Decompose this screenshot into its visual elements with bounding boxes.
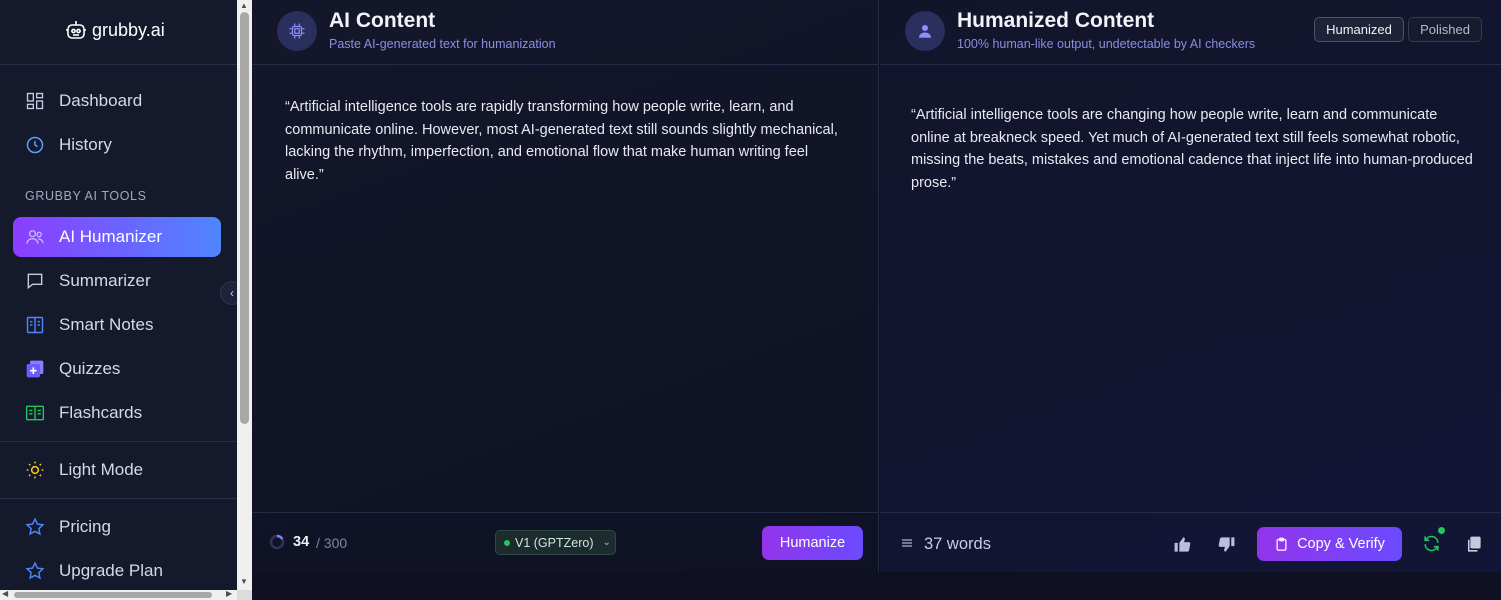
clipboard-icon bbox=[1276, 537, 1287, 551]
model-select[interactable]: V1 (GPTZero) ⌄ bbox=[495, 530, 616, 555]
logo[interactable]: grubby.ai bbox=[64, 16, 165, 44]
divider bbox=[0, 498, 237, 499]
scroll-down-icon[interactable]: ▼ bbox=[240, 577, 248, 586]
sidebar-item-label: Smart Notes bbox=[59, 315, 154, 334]
divider bbox=[0, 64, 237, 65]
status-dot bbox=[1438, 527, 1445, 534]
progress-ring-icon bbox=[269, 534, 285, 550]
user-icon bbox=[905, 11, 945, 51]
refresh-icon bbox=[1423, 535, 1439, 551]
chip-icon bbox=[277, 11, 317, 51]
status-dot bbox=[504, 539, 510, 546]
mode-polished-button[interactable]: Polished bbox=[1408, 17, 1482, 42]
humanize-button[interactable]: Humanize bbox=[762, 526, 863, 560]
copy-verify-label: Copy & Verify bbox=[1297, 536, 1385, 552]
sidebar-item-label: Flashcards bbox=[59, 403, 143, 422]
panel-subtitle: Paste AI-generated text for humanization bbox=[329, 37, 556, 51]
mode-humanized-button[interactable]: Humanized bbox=[1314, 17, 1404, 42]
logo-text: grubby.ai bbox=[92, 19, 165, 40]
scroll-right-icon[interactable]: ▶ bbox=[226, 589, 232, 598]
ai-content-textarea[interactable]: “Artificial intelligence tools are rapid… bbox=[285, 96, 845, 186]
panel-title: Humanized Content bbox=[957, 9, 1155, 32]
sidebar-item-history[interactable]: History bbox=[13, 125, 221, 165]
sidebar-item-smart-notes[interactable]: Smart Notes bbox=[13, 305, 221, 345]
sidebar-horizontal-scrollbar[interactable]: ◀ ▶ bbox=[0, 589, 237, 600]
ai-content-panel: AI Content Paste AI-generated text for h… bbox=[252, 0, 879, 572]
thumbs-up-icon bbox=[1174, 536, 1190, 552]
users-icon bbox=[26, 230, 44, 244]
copy-icon bbox=[1467, 536, 1481, 552]
sidebar-item-upgrade-plan[interactable]: Upgrade Plan bbox=[13, 551, 221, 591]
sidebar-item-label: Summarizer bbox=[59, 271, 151, 290]
sidebar-item-dashboard[interactable]: Dashboard bbox=[13, 81, 221, 121]
sidebar-item-label: Quizzes bbox=[59, 359, 121, 378]
sidebar-item-quizzes[interactable]: Quizzes bbox=[13, 349, 221, 389]
model-select-value: V1 (GPTZero) bbox=[515, 535, 594, 550]
sidebar-vertical-scrollbar[interactable]: ▲ ▼ bbox=[237, 0, 252, 590]
panel-header: Humanized Content 100% human-like output… bbox=[880, 0, 1501, 65]
scrollbar-thumb[interactable] bbox=[240, 12, 249, 424]
robot-logo-icon bbox=[66, 21, 86, 39]
sidebar: grubby.ai Dashboard History GRUBBY AI TO… bbox=[0, 0, 237, 600]
thumbs-down-icon bbox=[1218, 536, 1234, 552]
copy-verify-button[interactable]: Copy & Verify bbox=[1257, 527, 1402, 561]
thumbs-up-button[interactable] bbox=[1171, 533, 1193, 555]
panel-subtitle: 100% human-like output, undetectable by … bbox=[957, 37, 1256, 51]
light-mode-toggle[interactable]: Light Mode bbox=[13, 450, 221, 490]
panel-title: AI Content bbox=[329, 9, 436, 32]
dashboard-icon bbox=[26, 92, 44, 110]
chevron-left-icon: ‹ bbox=[230, 286, 234, 300]
divider bbox=[0, 441, 237, 442]
star-icon bbox=[25, 561, 45, 580]
scroll-left-icon[interactable]: ◀ bbox=[2, 589, 8, 598]
sidebar-item-label: Dashboard bbox=[59, 91, 143, 110]
clock-icon bbox=[26, 136, 44, 154]
flashcard-icon bbox=[25, 405, 45, 421]
chat-bubble-icon bbox=[27, 273, 43, 290]
sidebar-item-label: AI Humanizer bbox=[59, 227, 162, 246]
star-icon bbox=[25, 517, 45, 536]
sidebar-item-ai-humanizer[interactable]: AI Humanizer bbox=[13, 217, 221, 257]
sidebar-item-label: History bbox=[59, 135, 112, 154]
copy-button[interactable] bbox=[1462, 533, 1484, 555]
sidebar-item-summarizer[interactable]: Summarizer bbox=[13, 261, 221, 301]
regenerate-button[interactable] bbox=[1420, 532, 1442, 554]
thumbs-down-button[interactable] bbox=[1215, 533, 1237, 555]
sidebar-item-flashcards[interactable]: Flashcards bbox=[13, 393, 221, 433]
sidebar-item-label: Pricing bbox=[59, 517, 111, 536]
scrollbar-corner bbox=[237, 590, 252, 600]
humanized-content-panel: Humanized Content 100% human-like output… bbox=[880, 0, 1501, 572]
chevron-down-icon: ⌄ bbox=[602, 537, 611, 548]
char-count: 34 bbox=[293, 534, 310, 550]
sidebar-item-label: Upgrade Plan bbox=[59, 561, 163, 580]
scrollbar-thumb[interactable] bbox=[14, 592, 212, 598]
sidebar-item-pricing[interactable]: Pricing bbox=[13, 507, 221, 547]
section-label: GRUBBY AI TOOLS bbox=[25, 189, 147, 203]
char-limit: / 300 bbox=[316, 535, 348, 551]
panel-header: AI Content Paste AI-generated text for h… bbox=[252, 0, 878, 65]
light-mode-label: Light Mode bbox=[59, 460, 144, 479]
sun-icon bbox=[26, 461, 44, 479]
quiz-plus-icon bbox=[26, 360, 44, 378]
panel-footer: 34 / 300 V1 (GPTZero) ⌄ Humanize bbox=[252, 512, 878, 573]
lines-icon bbox=[902, 539, 912, 547]
panel-footer: 37 words Copy & Verify bbox=[880, 512, 1501, 573]
book-icon bbox=[26, 316, 44, 334]
word-count: 37 words bbox=[924, 535, 991, 553]
humanized-output-text: “Artificial intelligence tools are chang… bbox=[911, 107, 1473, 191]
scroll-up-icon[interactable]: ▲ bbox=[240, 1, 248, 10]
